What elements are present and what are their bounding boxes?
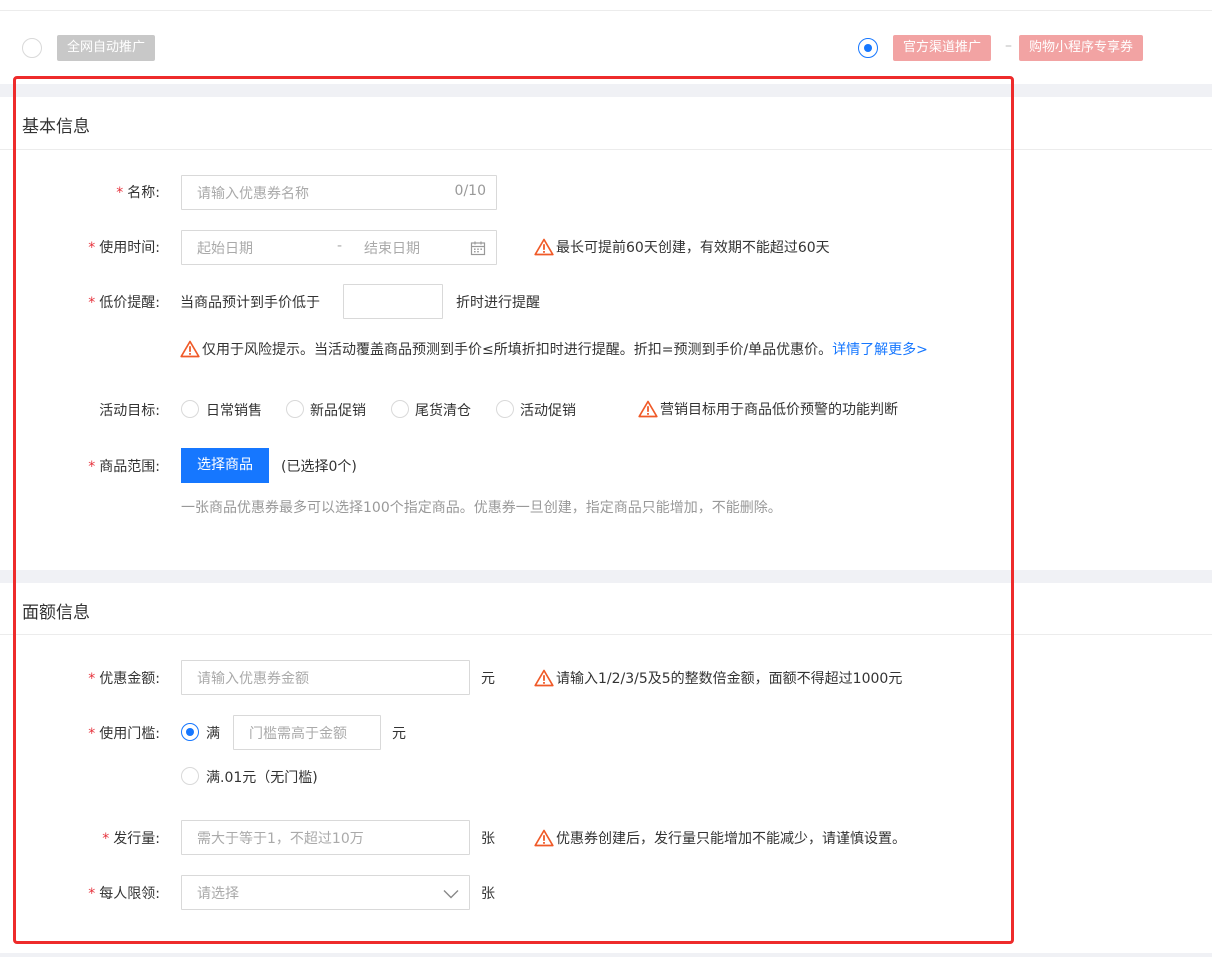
issue-label: * 发行量: bbox=[102, 831, 160, 847]
goal-label: 活动目标: bbox=[99, 403, 160, 419]
scope-label: * 商品范围: bbox=[88, 459, 160, 475]
threshold-option-min[interactable]: 满 bbox=[206, 723, 220, 743]
per-person-limit-select[interactable]: 请选择 bbox=[181, 875, 470, 910]
lowprice-prefix: 当商品预计到手价低于 bbox=[180, 295, 320, 311]
section-title-basic: 基本信息 bbox=[22, 117, 90, 137]
lowprice-suffix: 折时进行提醒 bbox=[456, 295, 540, 311]
discount-label: * 优惠金额: bbox=[88, 671, 160, 687]
section-gap bbox=[0, 570, 1212, 583]
discount-threshold-input[interactable] bbox=[343, 284, 443, 319]
end-date[interactable]: 结束日期 bbox=[364, 238, 420, 258]
issue-quantity-input[interactable]: 需大于等于1，不超过10万 bbox=[181, 820, 470, 855]
discount-warning: 请输入1/2/3/5及5的整数倍金额，面额不得超过1000元 bbox=[534, 668, 902, 688]
name-label: * 名称: bbox=[116, 185, 160, 201]
start-date[interactable]: 起始日期 bbox=[197, 238, 253, 258]
discount-unit: 元 bbox=[481, 671, 495, 687]
mini-program-tag: 购物小程序专享券 bbox=[1019, 35, 1144, 61]
time-warning: 最长可提前60天创建，有效期不能超过60天 bbox=[534, 237, 830, 257]
tag-separator: – bbox=[1005, 38, 1012, 54]
section-title-amount: 面额信息 bbox=[22, 603, 90, 623]
date-range-picker[interactable]: 起始日期 - 结束日期 bbox=[181, 230, 497, 265]
learn-more-link[interactable]: 详情了解更多> bbox=[832, 339, 928, 359]
limit-unit: 张 bbox=[481, 886, 495, 902]
top-divider bbox=[0, 10, 1212, 11]
bottom-divider bbox=[0, 953, 1212, 957]
section-divider bbox=[0, 634, 1212, 635]
section-divider bbox=[0, 149, 1212, 150]
time-label: * 使用时间: bbox=[88, 240, 160, 256]
warning-icon bbox=[534, 669, 554, 687]
threshold-radio-none[interactable] bbox=[181, 767, 199, 785]
select-products-button[interactable]: 选择商品 bbox=[181, 448, 269, 483]
goal-warning: 营销目标用于商品低价预警的功能判断 bbox=[638, 399, 898, 419]
threshold-radio-min[interactable] bbox=[181, 723, 199, 741]
calendar-icon[interactable] bbox=[470, 240, 486, 260]
chevron-down-icon bbox=[443, 887, 459, 903]
issue-warning: 优惠券创建后，发行量只能增加不能减少，请谨慎设置。 bbox=[534, 828, 906, 848]
warning-icon bbox=[534, 829, 554, 847]
goal-radio-daily[interactable] bbox=[181, 400, 199, 418]
char-counter: 0/10 bbox=[454, 183, 486, 199]
limit-label: * 每人限领: bbox=[88, 886, 160, 902]
official-promo-radio[interactable] bbox=[858, 38, 878, 58]
goal-radio-event[interactable] bbox=[496, 400, 514, 418]
discount-amount-input[interactable]: 请输入优惠券金额 bbox=[181, 660, 470, 695]
issue-unit: 张 bbox=[481, 831, 495, 847]
lowprice-warning: 仅用于风险提示。当活动覆盖商品预测到手价≤所填折扣时进行提醒。折扣=预测到手价/… bbox=[180, 339, 928, 359]
official-channel-tag: 官方渠道推广 bbox=[893, 35, 992, 61]
threshold-label: * 使用门槛: bbox=[88, 726, 160, 742]
warning-icon bbox=[638, 400, 658, 418]
scope-hint: 一张商品优惠券最多可以选择100个指定商品。优惠券一旦创建，指定商品只能增加，不… bbox=[181, 500, 782, 516]
coupon-name-input[interactable]: 请输入优惠券名称 0/10 bbox=[181, 175, 497, 210]
warning-icon bbox=[534, 238, 554, 256]
section-gap bbox=[0, 84, 1212, 97]
goal-option-event[interactable]: 活动促销 bbox=[520, 400, 576, 420]
auto-promo-radio[interactable] bbox=[22, 38, 42, 58]
goal-option-daily[interactable]: 日常销售 bbox=[206, 400, 262, 420]
warning-icon bbox=[180, 340, 200, 358]
threshold-input[interactable]: 门槛需高于金额 bbox=[233, 715, 381, 750]
goal-radio-clearance[interactable] bbox=[391, 400, 409, 418]
threshold-unit: 元 bbox=[392, 726, 406, 742]
selected-count: (已选择0个) bbox=[281, 459, 357, 475]
lowprice-label: * 低价提醒: bbox=[88, 295, 160, 311]
goal-option-new[interactable]: 新品促销 bbox=[310, 400, 366, 420]
goal-option-clearance[interactable]: 尾货清仓 bbox=[415, 400, 471, 420]
goal-radio-new[interactable] bbox=[286, 400, 304, 418]
threshold-option-none[interactable]: 满.01元（无门槛) bbox=[206, 767, 318, 787]
auto-promo-tag: 全网自动推广 bbox=[57, 35, 156, 61]
